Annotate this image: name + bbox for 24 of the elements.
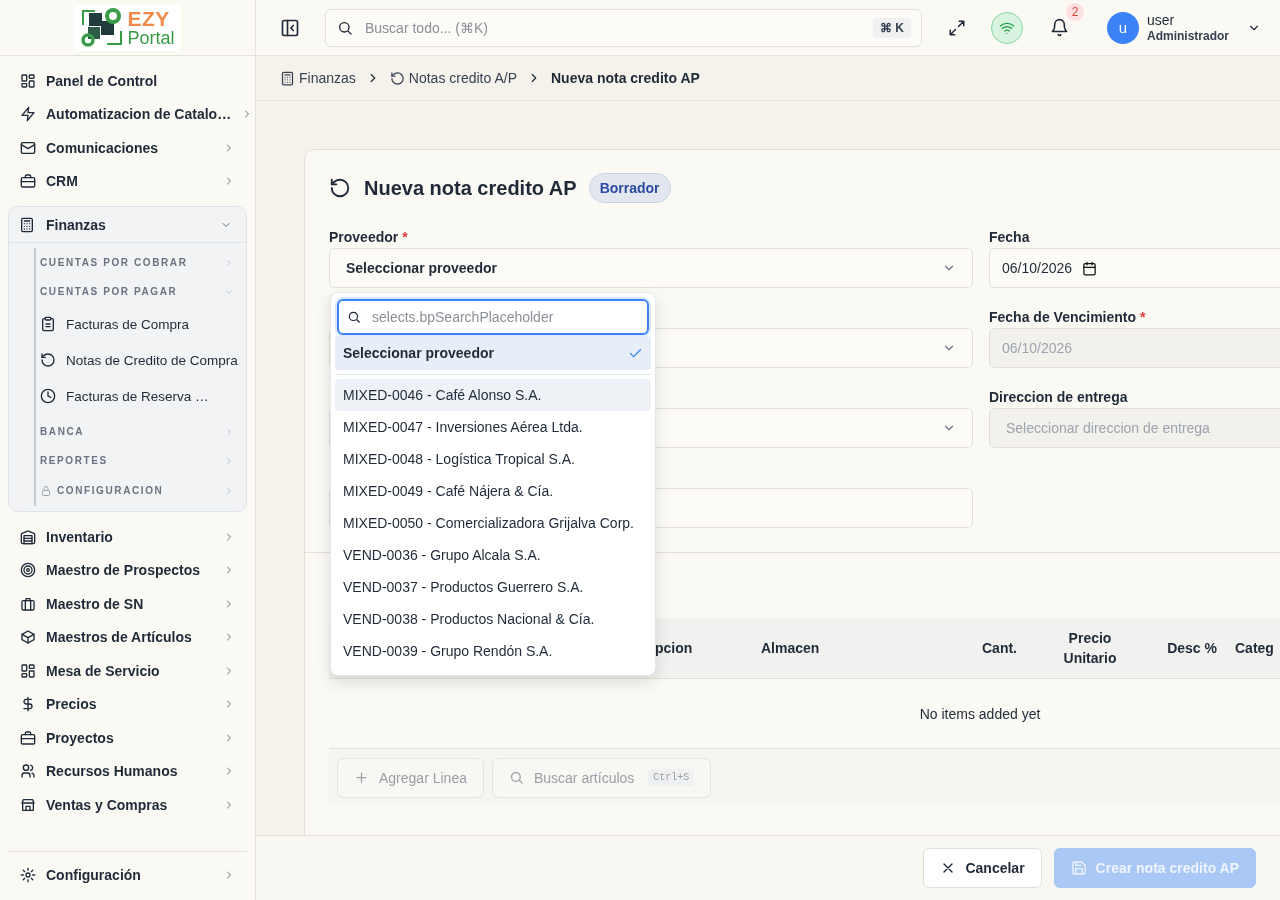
column-header: pcion <box>654 640 694 656</box>
field-label: Direccion de entrega <box>989 389 1128 405</box>
column-header: Categ <box>1234 640 1275 656</box>
empty-message: No items added yet <box>919 705 1041 722</box>
logo-text: Portal <box>127 29 175 47</box>
required-mark: * <box>402 229 408 245</box>
column-header: Almacen <box>761 640 821 656</box>
column-header: Desc % <box>1166 640 1218 656</box>
logo-text: EZY <box>127 8 171 29</box>
status-badge: Borrador <box>588 173 671 203</box>
column-header: Precio Unitario <box>1062 628 1118 668</box>
required-mark: * <box>1140 309 1146 325</box>
field-label: Fecha <box>989 229 1030 245</box>
column-header: Cant. <box>981 640 1018 656</box>
page-title: Nueva nota credito AP <box>364 176 577 200</box>
field-label: Fecha de Vencimiento <box>989 309 1137 325</box>
shortcut-hint: ⌘ K <box>873 17 911 38</box>
user-role: Administrador <box>1147 28 1229 44</box>
shortcut-hint: Ctrl+S <box>648 769 695 786</box>
notification-count: 2 <box>1066 2 1084 21</box>
avatar: u <box>1107 11 1139 44</box>
user-name: user <box>1147 11 1176 29</box>
breadcrumb-current: Nueva nota credito AP <box>551 70 700 86</box>
field-label: Proveedor <box>329 229 399 245</box>
